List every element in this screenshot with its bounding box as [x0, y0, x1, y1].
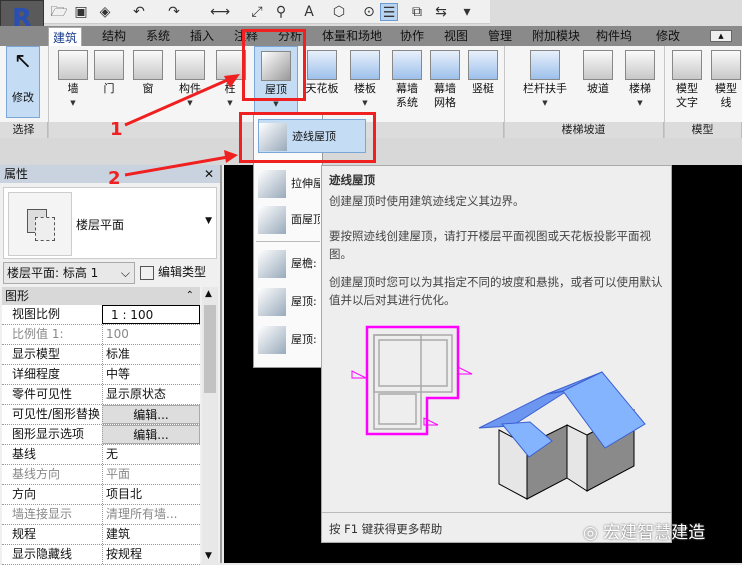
dimension-icon[interactable]: ⤢ [248, 3, 266, 21]
roof-type-icon [258, 250, 286, 278]
footprint-plan [351, 325, 473, 436]
property-value: 清理所有墙... [102, 505, 200, 524]
edit-button[interactable]: 编辑... [102, 425, 200, 444]
property-value: 100 [102, 325, 200, 344]
roof-menu-item-4[interactable]: 屋顶: [258, 285, 320, 319]
property-row: 视图比例 1 : 100 [2, 305, 200, 325]
roof-menu-label: 迹线屋顶 [292, 130, 336, 143]
property-name: 墙连接显示 [12, 507, 73, 521]
customize-icon[interactable]: ▾ [458, 3, 476, 21]
property-row: 基线 无 [2, 445, 200, 465]
instance-selector-value: 楼层平面: 标高 1 [7, 266, 99, 280]
property-name: 规程 [12, 527, 37, 541]
roof-menu-label: 屋顶: [291, 295, 317, 308]
property-name: 详细程度 [12, 367, 61, 381]
property-name: 图形显示选项 [12, 427, 85, 441]
property-name: 显示隐藏线 [12, 547, 73, 561]
properties-scrollbar[interactable]: ▲ ▼ [202, 287, 218, 563]
text-icon[interactable]: A [300, 3, 318, 21]
property-value[interactable]: 建筑 [102, 525, 200, 544]
tooltip-instruction: 要按照迹线创建屋顶，请打开楼层平面视图或天花板投影平面视图。 [329, 229, 651, 261]
sync-icon[interactable]: ◈ [96, 3, 114, 21]
menu-divider [256, 241, 320, 242]
property-value[interactable]: 标准 [102, 345, 200, 364]
property-name: 零件可见性 [12, 387, 73, 401]
instance-selector[interactable]: 楼层平面: 标高 1 ⌵ [3, 262, 135, 284]
property-name: 视图比例 [12, 307, 61, 321]
watermark: ◎ 宏建智慧建造 [583, 518, 705, 543]
annotation-label-2: 2 [108, 168, 121, 189]
property-row: 墙连接显示 清理所有墙... [2, 505, 200, 525]
roof-menu-label: 面屋顶 [291, 213, 320, 226]
property-row: 显示模型 标准 [2, 345, 200, 365]
roof-menu-label: 屋顶: [291, 333, 317, 346]
properties-panel: 属性 ✕ 楼层平面 ▼ 楼层平面: 标高 1 ⌵ 编辑类型 图形 ⌃ 视图比例 1 : … [0, 165, 222, 565]
tooltip-illustration [351, 325, 646, 500]
type-name: 楼层平面 [76, 218, 125, 232]
property-value[interactable]: 1 : 100 [102, 305, 200, 324]
edit-type-button[interactable]: 编辑类型 [140, 262, 206, 284]
tooltip: 迹线屋顶 创建屋顶时使用建筑迹线定义其边界。 要按照迹线创建屋顶，请打开楼层平面… [321, 165, 672, 543]
scroll-down-icon[interactable]: ▼ [205, 551, 212, 561]
edit-type-icon [140, 265, 154, 280]
property-name: 显示模型 [12, 347, 61, 361]
group-label: 图形 [5, 289, 30, 303]
roof-menu-item-2[interactable]: 面屋顶 [258, 203, 320, 237]
property-row: 显示隐藏线 按规程 [2, 545, 200, 565]
property-value[interactable]: 项目北 [102, 485, 200, 504]
property-name: 可见性/图形替换 [12, 407, 101, 421]
close-hidden-icon[interactable]: ⧉ [408, 3, 426, 21]
property-row: 零件可见性 显示原状态 [2, 385, 200, 405]
property-value[interactable]: 中等 [102, 365, 200, 384]
property-row: 比例值 1: 100 [2, 325, 200, 345]
roof-menu-item-3[interactable]: 屋檐: [258, 247, 320, 281]
roof-menu-item-0[interactable]: 迹线屋顶 [258, 119, 366, 153]
3d-view-icon[interactable]: ⬡ [330, 3, 348, 21]
roof-3d-view [478, 371, 646, 500]
property-name: 基线方向 [12, 467, 61, 481]
redo-icon[interactable]: ↷ [165, 3, 183, 21]
measure-icon[interactable]: ⟷ [210, 3, 230, 21]
section-icon[interactable]: ⊙ [360, 3, 378, 21]
wechat-icon: ◎ [583, 523, 604, 543]
property-value[interactable]: 无 [102, 445, 200, 464]
tooltip-detail: 创建屋顶时您可以为其指定不同的坡度和悬挑，或者可以使用默认值并以后对其进行优化。 [329, 275, 663, 307]
roof-type-icon [259, 123, 287, 151]
property-row: 可见性/图形替换 编辑... [2, 405, 200, 425]
thin-lines-icon[interactable]: ☰ [380, 3, 398, 21]
save-icon[interactable]: ▣ [72, 3, 90, 21]
roof-menu-label: 屋檐: [291, 257, 317, 270]
property-row: 基线方向 平面 [2, 465, 200, 485]
edit-button[interactable]: 编辑... [102, 405, 200, 424]
property-name: 基线 [12, 447, 37, 461]
scrollbar-thumb[interactable] [204, 305, 216, 393]
chevron-down-icon: ⌵ [120, 266, 130, 280]
floor-plan-icon [8, 192, 72, 256]
roof-dropdown-menu: 迹线屋顶 拉伸屋 面屋顶 屋檐: 屋顶: 屋顶: [253, 112, 366, 368]
group-header-graphics[interactable]: 图形 ⌃ [2, 287, 200, 305]
watermark-text: 宏建智慧建造 [603, 523, 706, 543]
property-row: 规程 建筑 [2, 525, 200, 545]
roof-menu-item-5[interactable]: 屋顶: [258, 323, 320, 357]
collapse-icon[interactable]: ⌃ [186, 287, 194, 305]
tag-icon[interactable]: ⚲ [272, 3, 290, 21]
property-name: 比例值 1: [12, 327, 64, 341]
property-value: 平面 [102, 465, 200, 484]
switch-windows-icon[interactable]: ⇆ [432, 3, 450, 21]
property-row: 方向 项目北 [2, 485, 200, 505]
undo-icon[interactable]: ↶ [130, 3, 148, 21]
roof-type-icon [258, 288, 286, 316]
open-icon[interactable]: 🗁 [50, 3, 68, 21]
property-value[interactable]: 显示原状态 [102, 385, 200, 404]
property-value[interactable]: 按规程 [102, 545, 200, 564]
property-row: 图形显示选项 编辑... [2, 425, 200, 445]
property-row: 详细程度 中等 [2, 365, 200, 385]
roof-type-icon [258, 326, 286, 354]
chevron-down-icon[interactable]: ▼ [205, 216, 212, 226]
scroll-up-icon[interactable]: ▲ [205, 289, 212, 299]
annotation-label-1: 1 [110, 119, 123, 140]
edit-type-label: 编辑类型 [158, 265, 207, 279]
roof-type-icon [258, 206, 286, 234]
property-name: 方向 [12, 487, 37, 501]
